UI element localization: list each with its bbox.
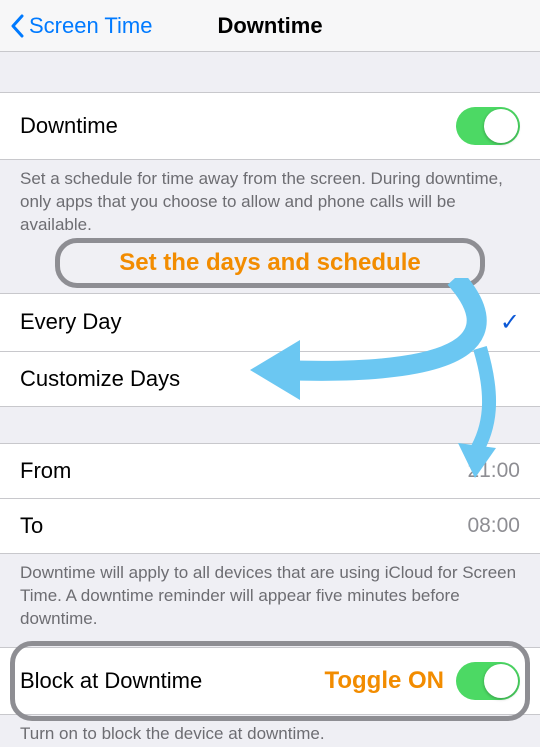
downtime-footer: Set a schedule for time away from the sc…	[0, 160, 540, 243]
block-at-downtime-row: Block at Downtime Toggle ON	[0, 647, 540, 715]
back-button[interactable]: Screen Time	[10, 13, 153, 39]
annotation-toggle-callout: Toggle ON	[324, 667, 444, 695]
back-label: Screen Time	[29, 13, 153, 39]
to-row[interactable]: To 08:00	[0, 499, 540, 554]
chevron-left-icon	[10, 14, 25, 38]
every-day-label: Every Day	[20, 309, 500, 335]
customize-days-row[interactable]: Customize Days	[0, 352, 540, 407]
block-footer: Turn on to block the device at downtime.	[0, 715, 540, 747]
checkmark-icon: ✓	[500, 308, 520, 337]
time-footer: Downtime will apply to all devices that …	[0, 554, 540, 637]
downtime-row: Downtime	[0, 92, 540, 160]
to-label: To	[20, 513, 467, 539]
customize-days-label: Customize Days	[20, 366, 520, 392]
block-toggle[interactable]	[456, 662, 520, 700]
page-title: Downtime	[217, 13, 322, 39]
from-label: From	[20, 458, 467, 484]
block-label: Block at Downtime	[20, 668, 324, 694]
from-row[interactable]: From 21:00	[0, 443, 540, 499]
to-value: 08:00	[467, 514, 520, 538]
from-value: 21:00	[467, 459, 520, 483]
nav-bar: Screen Time Downtime	[0, 0, 540, 52]
downtime-toggle[interactable]	[456, 107, 520, 145]
every-day-row[interactable]: Every Day ✓	[0, 293, 540, 352]
downtime-label: Downtime	[20, 113, 456, 139]
